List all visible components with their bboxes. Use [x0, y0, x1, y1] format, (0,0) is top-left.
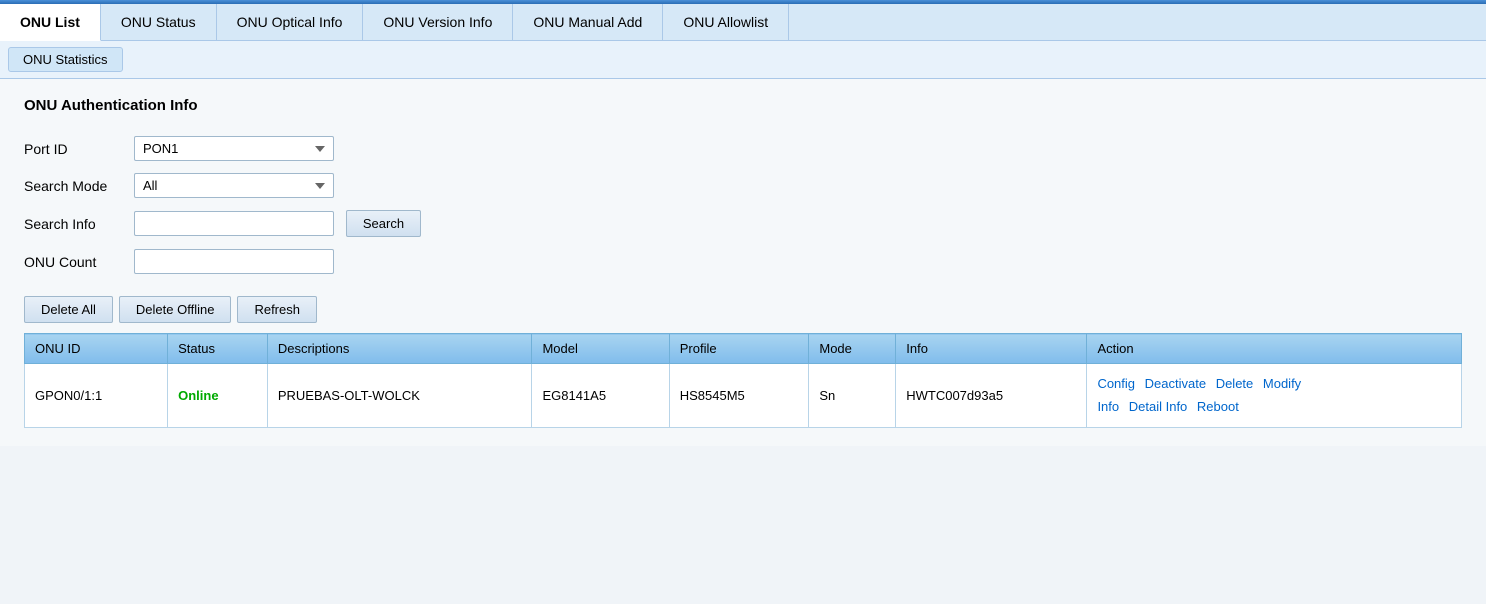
cell-model: EG8141A5	[532, 364, 669, 428]
action-reboot[interactable]: Reboot	[1197, 399, 1239, 414]
cell-info: HWTC007d93a5	[896, 364, 1087, 428]
search-info-input[interactable]	[134, 211, 334, 236]
search-mode-row: Search Mode All ONU ID MAC SN	[24, 167, 431, 204]
col-profile: Profile	[669, 334, 809, 364]
cell-status: Online	[168, 364, 268, 428]
auth-form: Port ID PON1 PON2 PON3 PON4 Search Mode …	[24, 130, 431, 280]
port-id-label: Port ID	[24, 130, 134, 167]
action-detail-info[interactable]: Detail Info	[1129, 399, 1188, 414]
col-info: Info	[896, 334, 1087, 364]
action-config[interactable]: Config	[1097, 376, 1135, 391]
search-info-row: Search Info Search	[24, 204, 431, 243]
col-status: Status	[168, 334, 268, 364]
action-buttons-row: Delete All Delete Offline Refresh	[24, 296, 1462, 323]
table-header-row: ONU ID Status Descriptions Model Profile…	[25, 334, 1462, 364]
tab-onu-list[interactable]: ONU List	[0, 4, 101, 41]
onu-count-label: ONU Count	[24, 243, 134, 280]
tab-onu-manual-add[interactable]: ONU Manual Add	[513, 4, 663, 40]
search-button[interactable]: Search	[346, 210, 421, 237]
search-mode-label: Search Mode	[24, 167, 134, 204]
col-descriptions: Descriptions	[267, 334, 532, 364]
tab-onu-allowlist[interactable]: ONU Allowlist	[663, 4, 789, 40]
section-title: ONU Authentication Info	[24, 97, 1462, 114]
search-info-label: Search Info	[24, 204, 134, 243]
cell-action: Config Deactivate Delete Modify Info Det…	[1087, 364, 1462, 428]
tab-onu-optical-info[interactable]: ONU Optical Info	[217, 4, 364, 40]
cell-onu-id: GPON0/1:1	[25, 364, 168, 428]
port-id-row: Port ID PON1 PON2 PON3 PON4	[24, 130, 431, 167]
sub-tab-onu-statistics[interactable]: ONU Statistics	[8, 47, 123, 72]
onu-count-row: ONU Count 1/1	[24, 243, 431, 280]
main-tab-bar: ONU List ONU Status ONU Optical Info ONU…	[0, 4, 1486, 41]
cell-descriptions: PRUEBAS-OLT-WOLCK	[267, 364, 532, 428]
onu-count-input: 1/1	[134, 249, 334, 274]
col-mode: Mode	[809, 334, 896, 364]
tab-onu-version-info[interactable]: ONU Version Info	[363, 4, 513, 40]
sub-tab-bar: ONU Statistics	[0, 41, 1486, 79]
tab-onu-status[interactable]: ONU Status	[101, 4, 217, 40]
delete-all-button[interactable]: Delete All	[24, 296, 113, 323]
port-id-select[interactable]: PON1 PON2 PON3 PON4	[134, 136, 334, 161]
action-info[interactable]: Info	[1097, 399, 1119, 414]
search-mode-select[interactable]: All ONU ID MAC SN	[134, 173, 334, 198]
main-content: ONU Authentication Info Port ID PON1 PON…	[0, 79, 1486, 446]
action-deactivate[interactable]: Deactivate	[1145, 376, 1206, 391]
refresh-button[interactable]: Refresh	[237, 296, 317, 323]
col-action: Action	[1087, 334, 1462, 364]
cell-mode: Sn	[809, 364, 896, 428]
delete-offline-button[interactable]: Delete Offline	[119, 296, 232, 323]
col-model: Model	[532, 334, 669, 364]
action-delete[interactable]: Delete	[1216, 376, 1254, 391]
status-online-label: Online	[178, 388, 218, 403]
onu-table: ONU ID Status Descriptions Model Profile…	[24, 333, 1462, 428]
table-row: GPON0/1:1 Online PRUEBAS-OLT-WOLCK EG814…	[25, 364, 1462, 428]
col-onu-id: ONU ID	[25, 334, 168, 364]
action-modify[interactable]: Modify	[1263, 376, 1301, 391]
cell-profile: HS8545M5	[669, 364, 809, 428]
